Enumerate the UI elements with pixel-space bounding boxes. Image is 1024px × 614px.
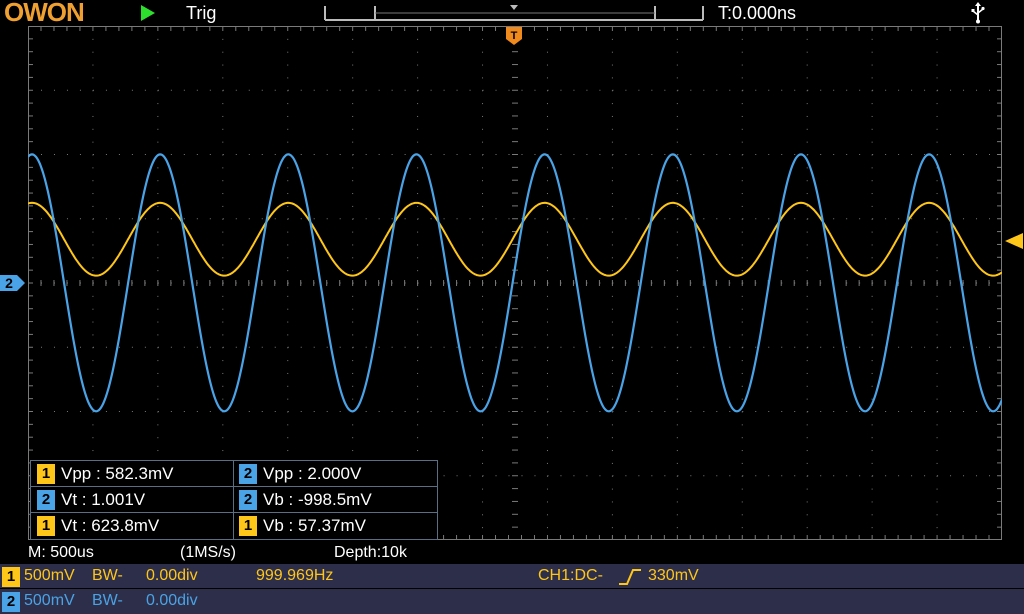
play-icon[interactable] — [140, 4, 156, 22]
ch1-badge: 1 — [2, 567, 20, 587]
svg-text:T: T — [511, 30, 518, 42]
top-status-bar: OWON Trig T:0.000ns — [0, 0, 1024, 26]
ch2-badge: 2 — [239, 464, 257, 484]
ch1-bandwidth-limit: BW- — [92, 567, 123, 584]
acquisition-status: M: 500us (1MS/s) Depth:10k — [0, 542, 1024, 564]
measurement-ch1-vb: 1 Vb : 57.37mV — [233, 514, 366, 538]
ch1-info-row[interactable]: 1 500mV BW- 0.00div 999.969Hz CH1:DC- 33… — [0, 564, 1024, 588]
ch2-volts-per-div[interactable]: 500mV — [24, 592, 75, 610]
timebase-readout[interactable]: M: 500us — [28, 544, 94, 562]
ch2-info-row[interactable]: 2 500mV BW- 0.00div — [0, 589, 1024, 614]
trigger-time-marker[interactable]: T — [506, 27, 522, 45]
memory-depth-readout[interactable]: Depth:10k — [334, 544, 407, 562]
trigger-level-marker[interactable] — [1004, 232, 1024, 250]
ch1-offset: 0.00div — [146, 567, 198, 584]
rising-edge-icon — [619, 569, 641, 585]
ch1-volts-per-div[interactable]: 500mV — [24, 567, 75, 585]
ch2-badge: 2 — [37, 490, 55, 510]
ch2-badge: 2 — [239, 490, 257, 510]
ch2-bandwidth-limit: BW- — [92, 592, 123, 609]
ch1-badge: 1 — [37, 464, 55, 484]
measurement-ch2-vpp: 2 Vpp : 2.000V — [233, 462, 361, 486]
usb-icon — [971, 2, 985, 24]
svg-text:2: 2 — [5, 275, 13, 291]
measurement-ch1-vt: 1 Vt : 623.8mV — [31, 514, 159, 538]
ch2-ground-marker[interactable]: 2 — [0, 274, 26, 292]
trigger-source-coupling[interactable]: CH1:DC- — [538, 567, 603, 585]
ch2-offset: 0.00div — [146, 592, 198, 609]
ch1-badge: 1 — [239, 516, 257, 536]
owon-logo: OWON — [4, 0, 85, 24]
trigger-time-position: T:0.000ns — [718, 3, 797, 23]
trigger-status: Trig — [186, 3, 217, 23]
memory-position-bar — [324, 5, 704, 21]
ch1-frequency: 999.969Hz — [256, 567, 334, 584]
ch1-badge: 1 — [37, 516, 55, 536]
measurement-panel: 1 Vpp : 582.3mV 2 Vpp : 2.000V 2 Vt : 1.… — [30, 460, 438, 540]
measurement-ch2-vb: 2 Vb : -998.5mV — [233, 488, 372, 512]
sample-rate-readout: (1MS/s) — [180, 544, 236, 561]
measurement-ch2-vt: 2 Vt : 1.001V — [31, 488, 145, 512]
measurement-ch1-vpp: 1 Vpp : 582.3mV — [31, 462, 173, 486]
logo-text: OWON — [4, 0, 84, 24]
trigger-level[interactable]: 330mV — [648, 567, 699, 585]
ch2-badge: 2 — [2, 592, 20, 612]
